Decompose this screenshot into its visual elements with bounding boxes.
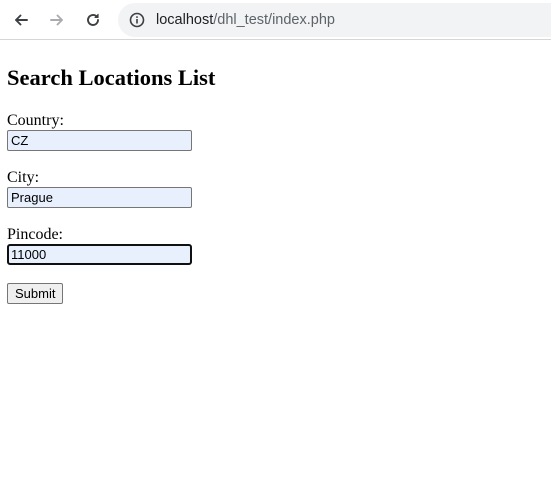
url-host: localhost bbox=[156, 12, 214, 28]
page-title: Search Locations List bbox=[7, 65, 216, 90]
pincode-label: Pincode: bbox=[7, 226, 63, 243]
pincode-input[interactable] bbox=[7, 244, 192, 265]
page-content: Search Locations List Country: City: Pin… bbox=[7, 44, 537, 304]
country-input[interactable] bbox=[7, 130, 192, 151]
back-button[interactable] bbox=[9, 8, 33, 32]
city-input[interactable] bbox=[7, 187, 192, 208]
address-bar[interactable]: localhost/dhl_test/index.php bbox=[118, 3, 551, 37]
browser-toolbar: localhost/dhl_test/index.php bbox=[0, 0, 551, 40]
info-icon[interactable] bbox=[128, 11, 146, 29]
reload-button[interactable] bbox=[81, 8, 105, 32]
arrow-left-icon bbox=[15, 14, 28, 26]
arrow-right-icon bbox=[50, 14, 63, 26]
city-label: City: bbox=[7, 169, 40, 186]
submit-button[interactable]: Submit bbox=[7, 283, 64, 304]
search-form: Country: City: Pincode: Submit bbox=[7, 112, 537, 304]
reload-icon bbox=[87, 13, 99, 26]
country-label: Country: bbox=[7, 112, 64, 129]
url-text[interactable]: localhost/dhl_test/index.php bbox=[156, 11, 335, 29]
url-path: /dhl_test/index.php bbox=[213, 12, 335, 28]
forward-button[interactable] bbox=[45, 8, 69, 32]
